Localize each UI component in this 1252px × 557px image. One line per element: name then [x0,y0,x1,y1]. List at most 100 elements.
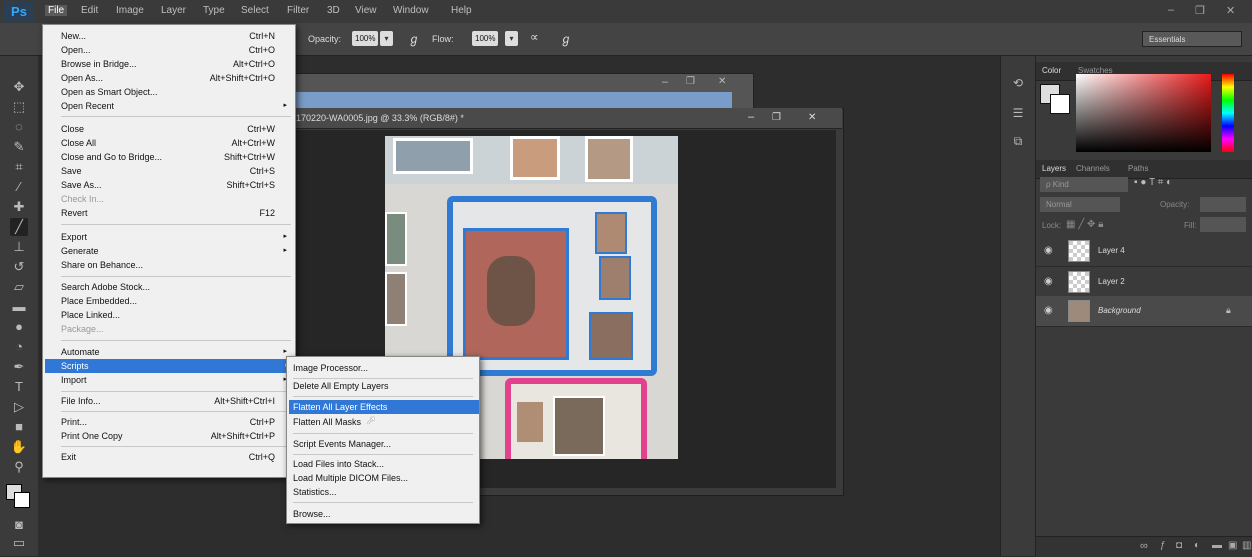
marquee-tool-icon[interactable]: ⬚ [10,98,28,116]
dodge-tool-icon[interactable]: ◔ [10,338,28,356]
tab-channels[interactable]: Channels [1076,164,1110,173]
link-layers-icon[interactable]: ∞ [1140,540,1148,552]
tab-color[interactable]: Color [1042,66,1061,75]
menu-item-image-processor[interactable]: Image Processor... [293,361,475,375]
menu-item-close-and-go-to-bridge[interactable]: Close and Go to Bridge... Shift+Ctrl+W [61,150,291,164]
close-app-button[interactable]: ✕ [1226,4,1235,17]
menu-item-statistics[interactable]: Statistics... [293,485,475,499]
menu-item-browse[interactable]: Browse... [293,507,475,521]
healing-brush-tool-icon[interactable]: ✚ [10,198,28,216]
quick-select-tool-icon[interactable]: ✎ [10,138,28,156]
color-spectrum[interactable] [1076,74,1211,152]
history-panel-icon[interactable]: ⟲ [1009,76,1027,94]
menu-select[interactable]: Select [241,5,269,16]
menu-item-flatten-all-layer-effects[interactable]: Flatten All Layer Effects [289,400,479,414]
menu-item-generate[interactable]: Generate ▸ [61,244,291,258]
document-title-bar[interactable]: 170220-WA0005.jpg @ 33.3% (RGB/8#) * – ❐… [290,108,842,129]
menu-item-close[interactable]: Close Ctrl+W [61,122,291,136]
brush-tool-icon[interactable]: ╱ [10,218,28,236]
menu-item-revert[interactable]: Revert F12 [61,206,291,220]
restore-app-button[interactable]: ❐ [1195,4,1205,17]
hand-tool-icon[interactable]: ✋ [10,438,28,456]
eraser-tool-icon[interactable]: ▱ [10,278,28,296]
properties-panel-icon[interactable]: ☰ [1009,106,1027,124]
menu-item-save[interactable]: Save Ctrl+S [61,164,291,178]
crop-tool-icon[interactable]: ⌗ [10,158,28,176]
hue-slider[interactable] [1222,74,1234,152]
minimize-app-button[interactable]: – [1168,4,1174,16]
menu-item-load-files-into-stack[interactable]: Load Files into Stack... [293,457,475,471]
menu-edit[interactable]: Edit [81,5,98,16]
flow-input[interactable]: 100% [472,31,499,46]
opacity-dropdown[interactable]: ▾ [380,31,393,46]
flow-dropdown[interactable]: ▾ [505,31,518,46]
menu-item-new[interactable]: New... Ctrl+N [61,29,291,43]
menu-item-script-events-manager[interactable]: Script Events Manager... [293,437,475,451]
doc-restore-button[interactable]: ❐ [772,112,781,123]
menu-image[interactable]: Image [116,5,144,16]
layer-filter-icons[interactable]: ▪ ● T ⌗ ◐ [1134,177,1248,192]
type-tool-icon[interactable]: T [10,378,28,396]
path-select-tool-icon[interactable]: ▷ [10,398,28,416]
background-doc-close-button[interactable]: ✕ [718,76,726,87]
workspace-switcher[interactable]: Essentials [1142,31,1242,47]
menu-file[interactable]: File [45,5,68,16]
move-tool-icon[interactable]: ✥ [10,78,28,96]
menu-item-close-all[interactable]: Close All Alt+Ctrl+W [61,136,291,150]
shape-tool-icon[interactable]: ■ [10,418,28,436]
eyedropper-tool-icon[interactable]: ⁄ [10,178,28,196]
fill-input[interactable] [1200,217,1246,232]
delete-layer-icon[interactable]: ▥ [1242,540,1251,551]
menu-item-place-linked[interactable]: Place Linked... [61,308,291,322]
menu-item-load-multiple-dicom-files[interactable]: Load Multiple DICOM Files... [293,471,475,485]
adjustment-layer-icon[interactable]: ◐ [1194,540,1200,551]
menu-view[interactable]: View [355,5,377,16]
menu-item-open-as-smart-object[interactable]: Open as Smart Object... [61,85,291,99]
menu-help[interactable]: Help [451,5,472,16]
menu-item-import[interactable]: Import▸ [61,373,291,387]
history-brush-tool-icon[interactable]: ↺ [10,258,28,276]
new-group-icon[interactable]: ▬ [1212,540,1222,551]
menu-item-print[interactable]: Print... Ctrl+P [61,415,291,429]
airbrush-pressure-icon[interactable]: ℊ [408,30,420,47]
opacity-input[interactable]: 100% [352,31,379,46]
menu-item-open-recent[interactable]: Open Recent ▸ [61,99,291,113]
menu-item-flatten-all-masks[interactable]: Flatten All Masks [293,415,475,429]
background-color-swatch[interactable] [14,492,30,508]
menu-item-export[interactable]: Export ▸ [61,230,291,244]
menu-item-open-as[interactable]: Open As... Alt+Shift+Ctrl+O [61,71,291,85]
screen-mode-icon[interactable]: ▭ [10,534,28,552]
background-doc-restore-button[interactable]: ❐ [686,76,695,87]
layer-row[interactable]: ◉ Layer 4 [1036,236,1252,267]
menu-item-share-on-behance[interactable]: Share on Behance... [61,258,291,272]
new-layer-icon[interactable]: ▣ [1228,540,1237,551]
adjustments-panel-icon[interactable]: ⧉ [1009,134,1027,152]
zoom-tool-icon[interactable]: ⚲ [10,458,28,476]
menu-window[interactable]: Window [393,5,429,16]
visibility-eye-icon[interactable]: ◉ [1044,245,1053,256]
menu-item-place-embedded[interactable]: Place Embedded... [61,294,291,308]
doc-minimize-button[interactable]: – [748,111,754,123]
menu-item-delete-all-empty-layers[interactable]: Delete All Empty Layers [293,379,475,393]
doc-close-button[interactable]: ✕ [808,112,816,123]
menu-type[interactable]: Type [203,5,225,16]
visibility-eye-icon[interactable]: ◉ [1044,276,1053,287]
lock-icons[interactable]: ▦ ╱ ✥ 🔒︎ [1066,219,1104,230]
blend-mode-select[interactable]: Normal [1040,197,1120,212]
menu-item-open[interactable]: Open... Ctrl+O [61,43,291,57]
menu-item-file-info[interactable]: File Info... Alt+Shift+Ctrl+I [61,394,291,408]
fx-icon[interactable]: ƒ [1160,540,1166,551]
menu-item-scripts[interactable]: Scripts▸ [45,359,293,373]
menu-layer[interactable]: Layer [161,5,186,16]
add-mask-icon[interactable]: ◘ [1176,540,1182,551]
menu-item-browse-in-bridge[interactable]: Browse in Bridge... Alt+Ctrl+O [61,57,291,71]
clone-stamp-tool-icon[interactable]: ⊥ [10,238,28,256]
menu-item-automate[interactable]: Automate ▸ [61,345,291,359]
layer-row[interactable]: ◉ Background 🔒︎ [1036,296,1252,327]
menu-filter[interactable]: Filter [287,5,309,16]
airbrush-icon[interactable]: ∝ [530,30,539,44]
layer-opacity-input[interactable] [1200,197,1246,212]
layer-row[interactable]: ◉ Layer 2 [1036,267,1252,298]
menu-3d[interactable]: 3D [327,5,340,16]
color-swatch-preview[interactable] [1040,84,1072,114]
